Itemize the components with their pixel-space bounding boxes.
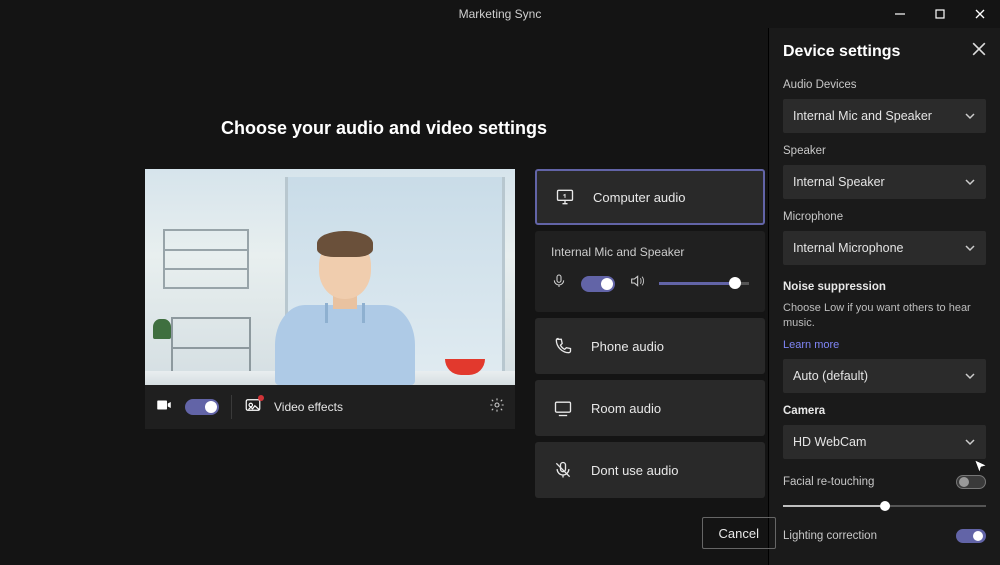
select-value: HD WebCam (793, 435, 866, 449)
select-value: Auto (default) (793, 369, 868, 383)
camera-icon (155, 396, 173, 419)
preview-control-bar: Video effects (145, 385, 515, 429)
select-value: Internal Microphone (793, 241, 903, 255)
chevron-down-icon (964, 436, 976, 448)
learn-more-link[interactable]: Learn more (783, 339, 986, 351)
option-label: Dont use audio (591, 463, 678, 478)
option-room-audio[interactable]: Room audio (535, 380, 765, 436)
chevron-down-icon (964, 242, 976, 254)
video-effects-icon (244, 396, 262, 419)
camera-preview: Video effects (145, 169, 515, 498)
audio-options: Computer audio Internal Mic and Speaker (535, 169, 765, 498)
speaker-icon (629, 273, 645, 294)
window-title: Marketing Sync (459, 7, 542, 21)
option-phone-audio[interactable]: Phone audio (535, 318, 765, 374)
microphone-label: Microphone (783, 211, 986, 223)
computer-audio-settings: Internal Mic and Speaker (535, 231, 765, 312)
computer-audio-icon (555, 187, 575, 207)
audio-devices-label: Audio Devices (783, 79, 986, 91)
microphone-select[interactable]: Internal Microphone (783, 231, 986, 265)
room-icon (553, 398, 573, 418)
panel-close-button[interactable] (972, 42, 986, 61)
mute-icon (553, 460, 573, 480)
window-controls (880, 0, 1000, 28)
facial-retouching-toggle[interactable] (956, 475, 986, 489)
close-button[interactable] (960, 0, 1000, 28)
notification-dot (258, 395, 264, 401)
title-bar: Marketing Sync (0, 0, 1000, 28)
option-label: Room audio (591, 401, 661, 416)
speaker-label: Speaker (783, 145, 986, 157)
chevron-down-icon (964, 370, 976, 382)
noise-suppression-select[interactable]: Auto (default) (783, 359, 986, 393)
camera-select[interactable]: HD WebCam (783, 425, 986, 459)
phone-icon (553, 336, 573, 356)
option-computer-audio[interactable]: Computer audio (535, 169, 765, 225)
maximize-button[interactable] (920, 0, 960, 28)
microphone-icon (551, 273, 567, 294)
camera-toggle[interactable] (185, 399, 219, 415)
select-value: Internal Speaker (793, 175, 885, 189)
option-dont-use-audio[interactable]: Dont use audio (535, 442, 765, 498)
cancel-button[interactable]: Cancel (702, 517, 776, 549)
volume-slider[interactable] (659, 282, 749, 285)
minimize-button[interactable] (880, 0, 920, 28)
option-label: Phone audio (591, 339, 664, 354)
facial-retouching-slider[interactable] (783, 499, 986, 513)
pre-join-screen: Choose your audio and video settings (0, 28, 768, 565)
noise-suppression-title: Noise suppression (783, 281, 986, 293)
camera-preview-image (145, 169, 515, 385)
audio-devices-select[interactable]: Internal Mic and Speaker (783, 99, 986, 133)
audio-device-label: Internal Mic and Speaker (551, 245, 749, 259)
chevron-down-icon (964, 176, 976, 188)
settings-gear-icon[interactable] (489, 397, 505, 418)
camera-label: Camera (783, 405, 986, 417)
lighting-correction-label: Lighting correction (783, 530, 877, 542)
page-title: Choose your audio and video settings (0, 118, 768, 139)
noise-suppression-desc: Choose Low if you want others to hear mu… (783, 301, 986, 331)
video-effects-button[interactable]: Video effects (274, 400, 343, 414)
device-settings-panel: Device settings Audio Devices Internal M… (768, 28, 1000, 565)
lighting-correction-toggle[interactable] (956, 529, 986, 543)
option-label: Computer audio (593, 190, 686, 205)
facial-retouching-label: Facial re-touching (783, 476, 874, 488)
chevron-down-icon (964, 110, 976, 122)
microphone-toggle[interactable] (581, 276, 615, 292)
speaker-select[interactable]: Internal Speaker (783, 165, 986, 199)
separator (231, 395, 232, 419)
panel-title: Device settings (783, 43, 900, 61)
select-value: Internal Mic and Speaker (793, 109, 932, 123)
